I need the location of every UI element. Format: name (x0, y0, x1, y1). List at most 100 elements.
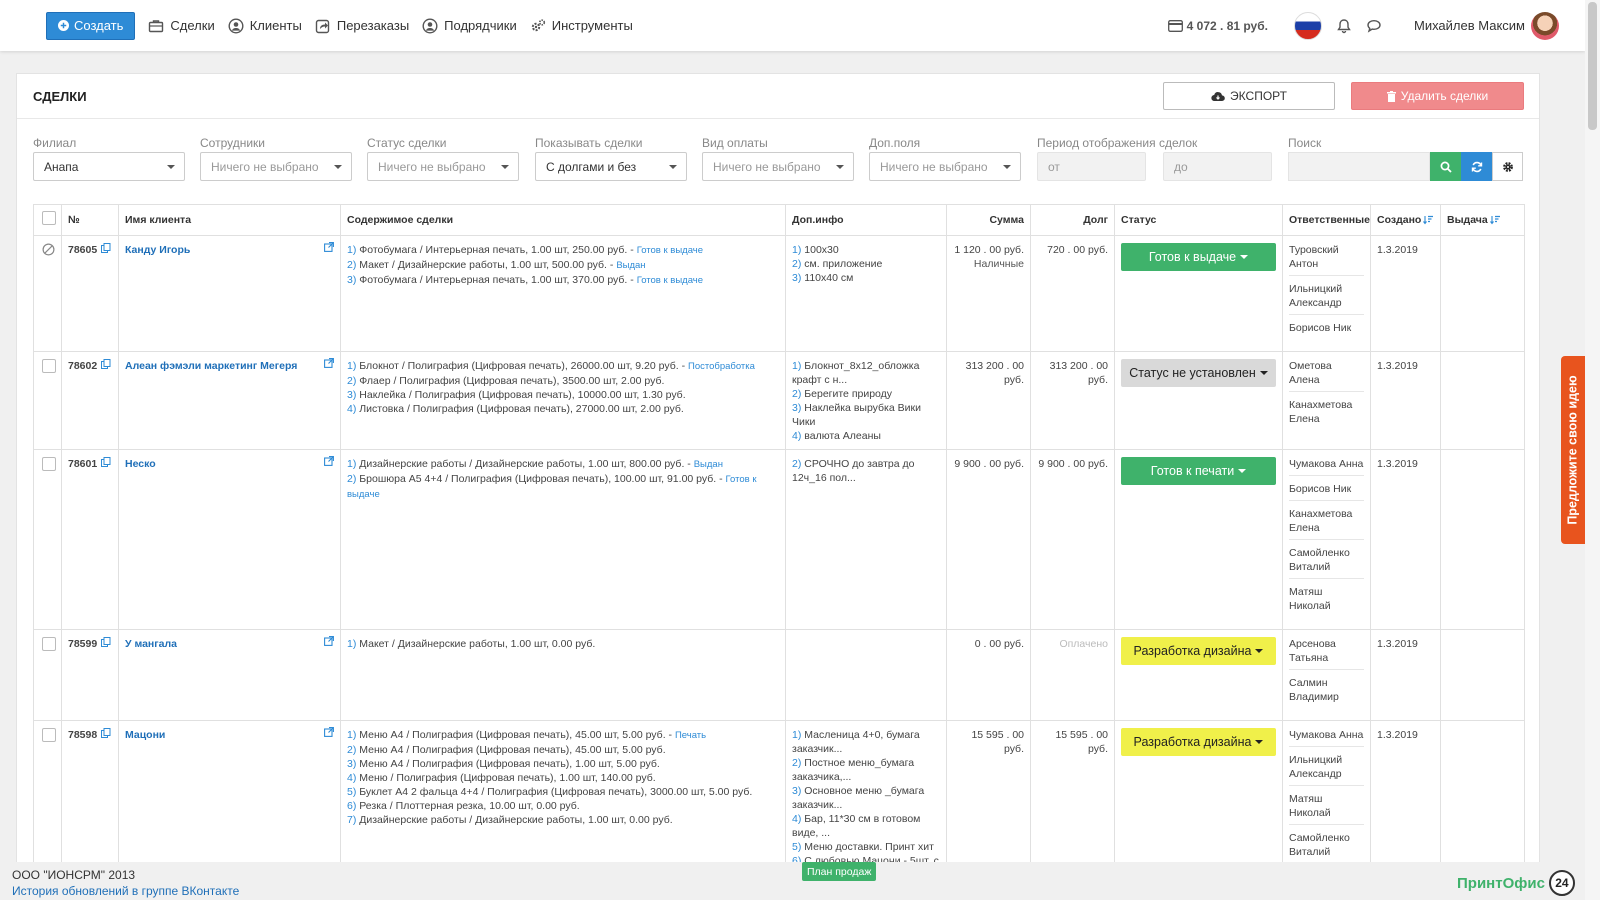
row-checkbox[interactable] (42, 457, 56, 471)
header-debt[interactable]: Долг (1030, 204, 1115, 236)
row-checkbox[interactable] (42, 728, 56, 742)
extra-item: 4) Бар, 11*30 см в готовом виде, ... (792, 812, 940, 840)
item-index: 3) (347, 274, 357, 286)
table-row[interactable]: 78605 Канду Игорь 1) Фотобумага / Интерьер… (33, 235, 1525, 352)
deal-debt: Оплачено (1059, 638, 1108, 650)
table-row[interactable]: 78598 Мацони 1) Меню А4 / Полиграфия (Цифр… (33, 720, 1525, 862)
nav-reorders[interactable]: Перезаказы (315, 18, 409, 34)
bell-icon[interactable] (1336, 18, 1352, 34)
status-dropdown[interactable]: Статус не установлен (1121, 359, 1276, 387)
balance[interactable]: 4 072 . 81 руб. (1167, 19, 1268, 33)
settings-button[interactable] (1492, 152, 1523, 181)
row-checkbox[interactable] (42, 637, 56, 651)
copy-icon[interactable] (101, 457, 111, 467)
item-status-link[interactable]: Выдан (616, 260, 645, 271)
trash-icon (1386, 90, 1396, 102)
header-content[interactable]: Содержимое сделки (340, 204, 786, 236)
table-row[interactable]: 78601 Неско 1) Дизайнерские работы / Дизай… (33, 449, 1525, 630)
item-status-link[interactable]: Постобработка (688, 361, 755, 372)
extra-select[interactable]: Ничего не выбрано (869, 152, 1021, 181)
period-to-input[interactable]: до (1163, 152, 1272, 181)
caret-down-icon (167, 165, 175, 169)
user-circle-icon (422, 17, 438, 34)
status-dropdown[interactable]: Готов к печати (1121, 457, 1276, 485)
table-row[interactable]: 78599 У мангала 1) Макет / Дизайнерские ра… (33, 629, 1525, 721)
show-select[interactable]: С долгами и без (535, 152, 687, 181)
branch-select[interactable]: Анапа (33, 152, 185, 181)
external-link-icon[interactable] (324, 242, 334, 252)
cloud-download-icon (1211, 91, 1225, 101)
scrollbar-thumb[interactable] (1588, 2, 1597, 130)
external-link-icon[interactable] (324, 358, 334, 368)
item-text: Меню А4 / Полиграфия (Цифровая печать), … (359, 729, 673, 741)
suggest-idea-tab[interactable]: Предложите свою идею (1561, 356, 1585, 544)
item-status-link[interactable]: Готов к выдаче (637, 275, 703, 286)
header-created[interactable]: Создано (1370, 204, 1441, 236)
header-client[interactable]: Имя клиента (118, 204, 341, 236)
external-link-icon[interactable] (324, 727, 334, 737)
header-responsible[interactable]: Ответственные (1282, 204, 1371, 236)
nav-contractors[interactable]: Подрядчики (422, 17, 517, 34)
copy-icon[interactable] (101, 728, 111, 738)
header-num[interactable]: № (61, 204, 119, 236)
status-dropdown[interactable]: Разработка дизайна (1121, 637, 1276, 665)
chat-icon[interactable] (1366, 18, 1382, 34)
filter-period: Период отображения сделок от до (1037, 136, 1273, 181)
header-sum[interactable]: Сумма (946, 204, 1031, 236)
copy-icon[interactable] (101, 243, 111, 253)
create-button[interactable]: Создать (46, 11, 136, 40)
item-text: Блокнот / Полиграфия (Цифровая печать), … (359, 360, 686, 372)
payment-select[interactable]: Ничего не выбрано (702, 152, 854, 181)
cell-responsible: Ометова Алена Канахметова Елена (1282, 351, 1371, 450)
item-index: 3) (347, 758, 357, 770)
nav-deals[interactable]: Сделки (148, 18, 215, 34)
header-extra[interactable]: Доп.инфо (785, 204, 947, 236)
russia-flag-icon[interactable] (1293, 11, 1322, 40)
updates-link[interactable]: История обновлений в группе ВКонтакте (12, 884, 239, 898)
external-link-icon[interactable] (324, 456, 334, 466)
nav-clients[interactable]: Клиенты (228, 17, 302, 34)
extra-text: Бар, 11*30 см в готовом виде, ... (792, 813, 921, 839)
status-dropdown[interactable]: Разработка дизайна (1121, 728, 1276, 756)
caret-down-icon (334, 165, 342, 169)
client-name-link[interactable]: Мацони (125, 729, 165, 741)
extra-text: Берегите природу (804, 388, 893, 400)
search-input[interactable] (1288, 152, 1430, 181)
export-button[interactable]: ЭКСПОРТ (1163, 82, 1335, 110)
cell-issued (1440, 351, 1525, 450)
user-circle-icon (228, 17, 244, 34)
client-name-link[interactable]: Алеан фэмэли маркетинг Мегеря (125, 360, 297, 372)
brand-logo: ПринтОфис 24 (1457, 870, 1575, 896)
extra-item: 4) валюта Алеаны (792, 429, 940, 443)
cell-issued (1440, 449, 1525, 630)
employees-select[interactable]: Ничего не выбрано (200, 152, 352, 181)
status-select[interactable]: Ничего не выбрано (367, 152, 519, 181)
client-name-link[interactable]: Неско (125, 458, 156, 470)
delete-deals-button[interactable]: Удалить сделки (1351, 82, 1524, 110)
status-dropdown[interactable]: Готов к выдаче (1121, 243, 1276, 271)
brand-name: ПринтОфис (1457, 874, 1545, 892)
item-status-link[interactable]: Печать (675, 730, 706, 741)
sales-plan-badge[interactable]: План продаж (802, 862, 877, 881)
copy-icon[interactable] (101, 637, 111, 647)
client-name-link[interactable]: Канду Игорь (125, 244, 190, 256)
row-checkbox[interactable] (42, 359, 56, 373)
select-all-checkbox[interactable] (42, 211, 56, 225)
client-name-link[interactable]: У мангала (125, 638, 177, 650)
search-button[interactable] (1430, 152, 1461, 181)
user-name[interactable]: Михайлев Максим (1414, 18, 1525, 33)
header-issued[interactable]: Выдача (1440, 204, 1525, 236)
scrollbar[interactable] (1585, 0, 1600, 900)
copy-icon[interactable] (101, 359, 111, 369)
header-status[interactable]: Статус (1114, 204, 1283, 236)
nav-tools[interactable]: Инструменты (530, 18, 633, 34)
item-status-link[interactable]: Выдан (694, 459, 723, 470)
period-from-input[interactable]: от (1037, 152, 1146, 181)
refresh-icon (1471, 161, 1482, 172)
refresh-button[interactable] (1461, 152, 1492, 181)
avatar[interactable] (1531, 11, 1559, 40)
table-row[interactable]: 78602 Алеан фэмэли маркетинг Мегеря 1) Бло… (33, 351, 1525, 450)
item-status-link[interactable]: Готов к выдаче (637, 245, 703, 256)
external-link-icon[interactable] (324, 636, 334, 646)
search-group (1288, 152, 1524, 181)
